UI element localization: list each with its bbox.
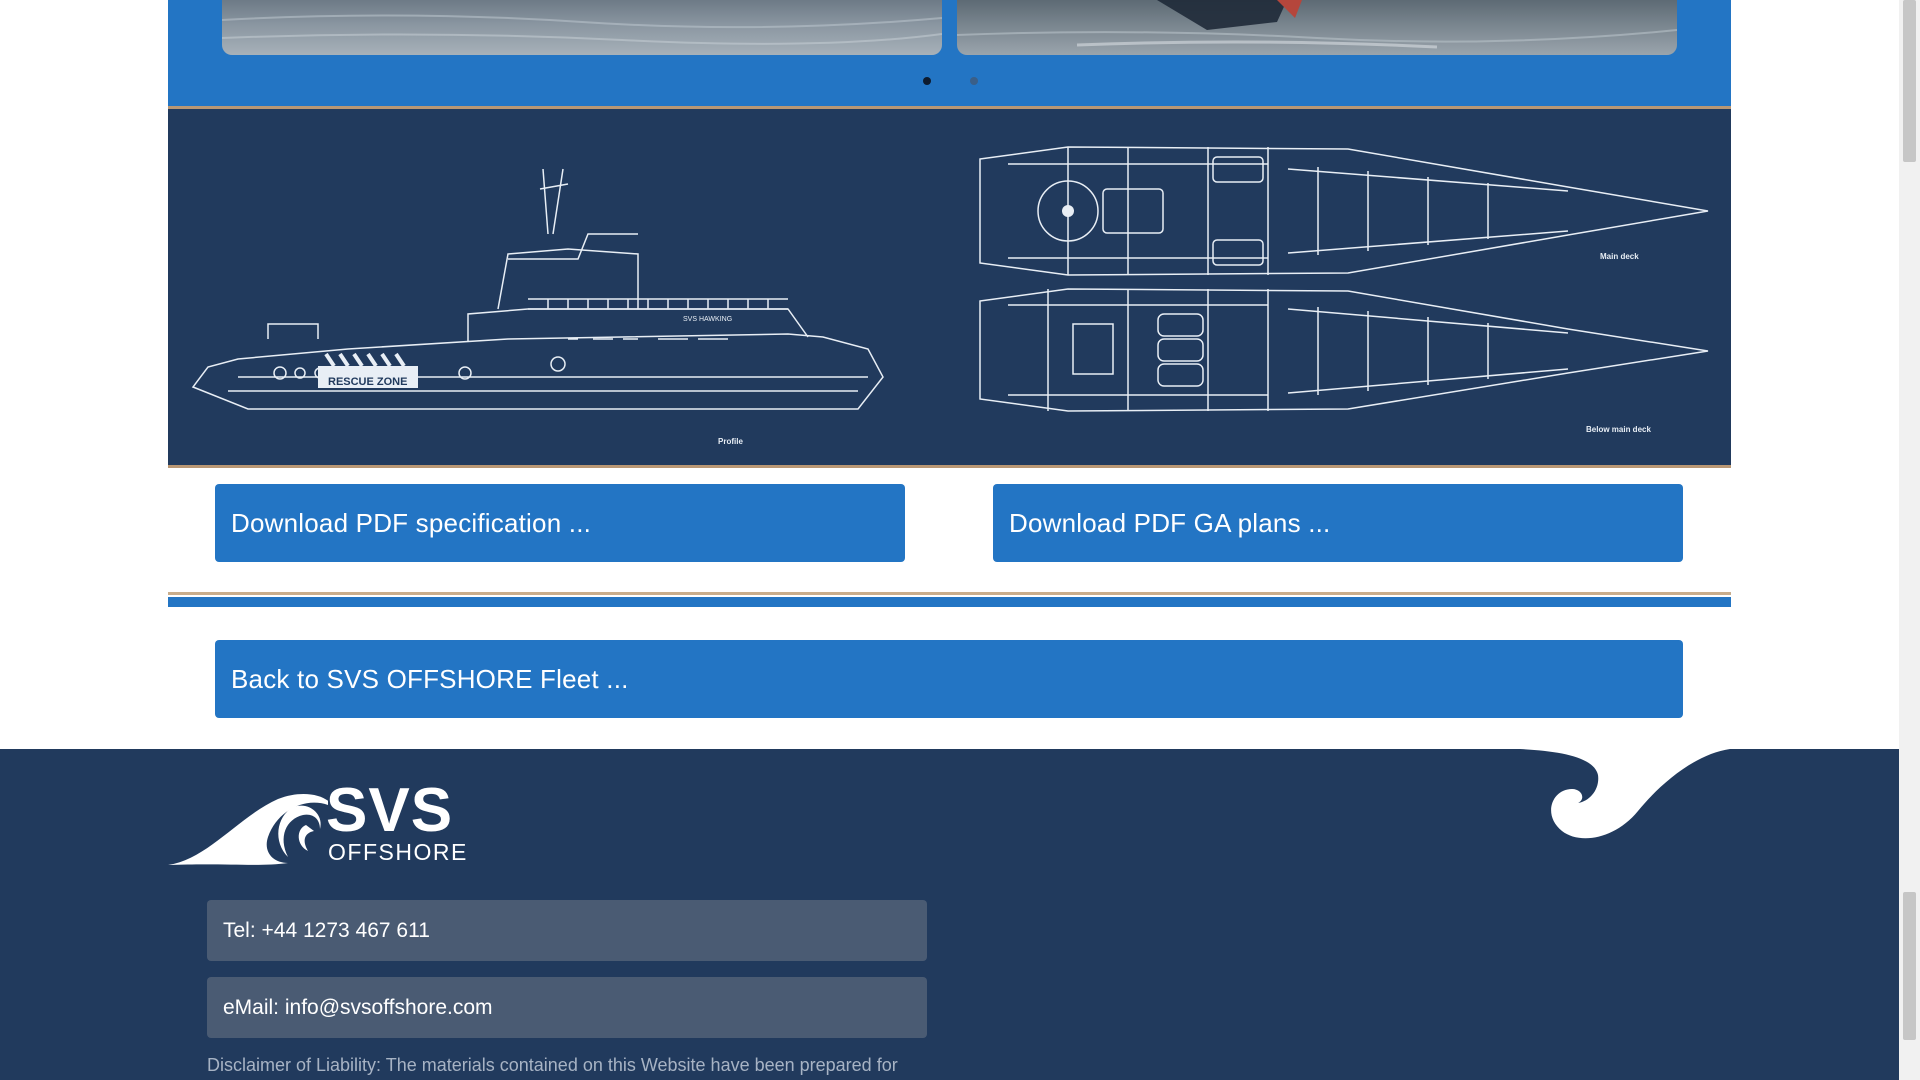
download-spec-button[interactable]: Download PDF specification ... [215,484,905,562]
download-ga-label: Download PDF GA plans ... [1009,507,1331,538]
back-to-fleet-label: Back to SVS OFFSHORE Fleet ... [231,663,629,694]
site-footer: SVS OFFSHORE Tel: +44 1273 467 611 eMail… [0,749,1899,1080]
decorative-wave-icon [1520,749,1730,839]
scrollbar-thumb[interactable] [1903,0,1916,162]
wave-logo-icon [168,793,328,865]
carousel-dot-1[interactable] [923,77,931,85]
logo-text-svs: SVS [326,776,454,845]
main-deck-label: Main deck [1600,252,1639,261]
sea-photo-2 [957,0,1677,49]
scrollbar-thumb-secondary[interactable] [1903,892,1916,1040]
download-spec-label: Download PDF specification ... [231,507,592,538]
svs-offshore-logo[interactable]: SVS OFFSHORE [168,776,466,867]
telephone-box[interactable]: Tel: +44 1273 467 611 [207,900,927,961]
vessel-blueprint-drawing: RESCUE ZONE SVS HAWKING Profile Main dec… [191,146,1709,446]
back-to-fleet-button[interactable]: Back to SVS OFFSHORE Fleet ... [215,640,1683,718]
email-text: eMail: info@svsoffshore.com [223,995,493,1019]
section-divider-blue [168,597,1731,607]
carousel-slide-2[interactable] [957,0,1677,55]
carousel-slide-1[interactable] [222,0,942,55]
telephone-text: Tel: +44 1273 467 611 [223,918,430,942]
below-deck-label: Below main deck [1586,425,1651,434]
vessel-name-label: SVS HAWKING [683,316,732,323]
rescue-zone-label: RESCUE ZONE [328,376,407,388]
logo-text-offshore: OFFSHORE [328,839,468,865]
email-box[interactable]: eMail: info@svsoffshore.com [207,977,927,1038]
carousel-dot-2[interactable] [970,77,978,85]
section-divider-tan [168,592,1731,595]
disclaimer-text: Disclaimer of Liability: The materials c… [207,1055,898,1075]
image-carousel [168,0,1731,106]
sea-photo-1 [222,14,942,45]
ship-plans-image: RESCUE ZONE SVS HAWKING Profile Main dec… [168,106,1731,468]
profile-view-label: Profile [718,437,743,446]
download-ga-plans-button[interactable]: Download PDF GA plans ... [993,484,1683,562]
